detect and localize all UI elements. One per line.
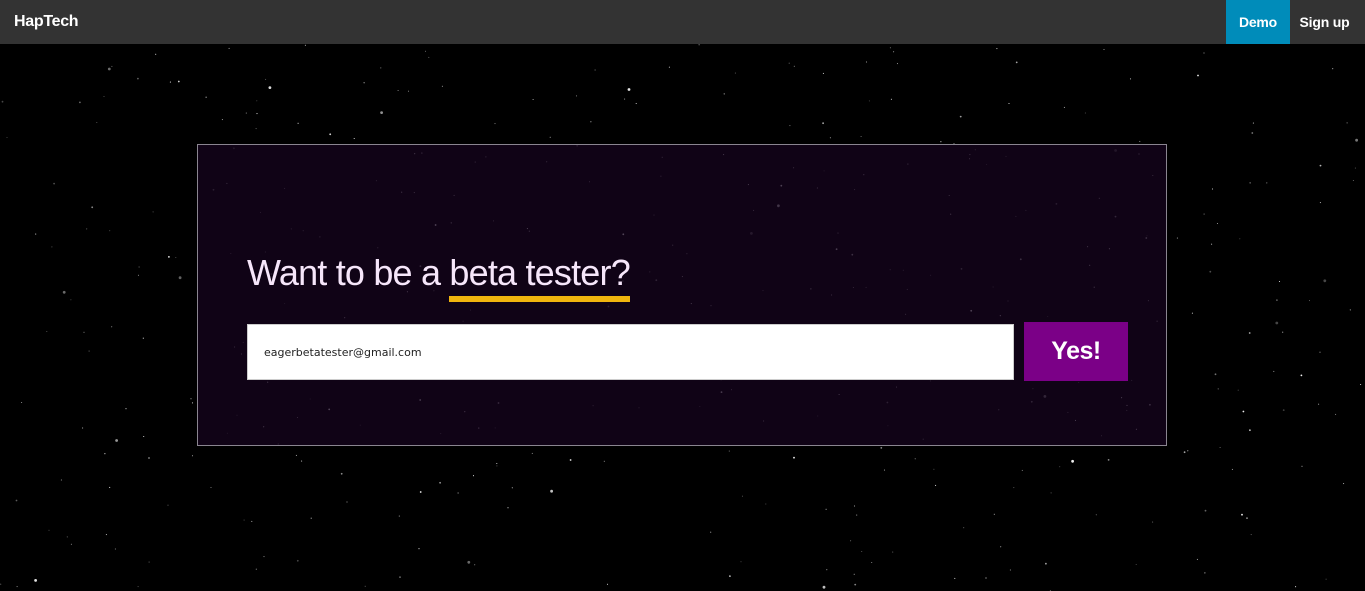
headline-prefix: Want to be a: [247, 252, 450, 293]
beta-signup-card: Want to be a beta tester? Yes!: [197, 144, 1167, 446]
page: HapTech Demo Sign up Want to be a beta t…: [0, 0, 1365, 591]
nav-menu: Demo Sign up: [1226, 0, 1365, 44]
email-input[interactable]: [247, 324, 1014, 380]
nav-signup-link[interactable]: Sign up: [1290, 0, 1365, 44]
signup-headline: Want to be a beta tester?: [247, 251, 631, 302]
headline-highlight: beta tester?: [449, 251, 631, 302]
headline-highlight-text: beta tester?: [449, 252, 630, 293]
yes-submit-button[interactable]: Yes!: [1024, 322, 1128, 381]
highlight-underline: [449, 296, 630, 302]
brand-logo[interactable]: HapTech: [0, 13, 79, 31]
nav-demo-link[interactable]: Demo: [1226, 0, 1290, 44]
top-navbar: HapTech Demo Sign up: [0, 0, 1365, 44]
